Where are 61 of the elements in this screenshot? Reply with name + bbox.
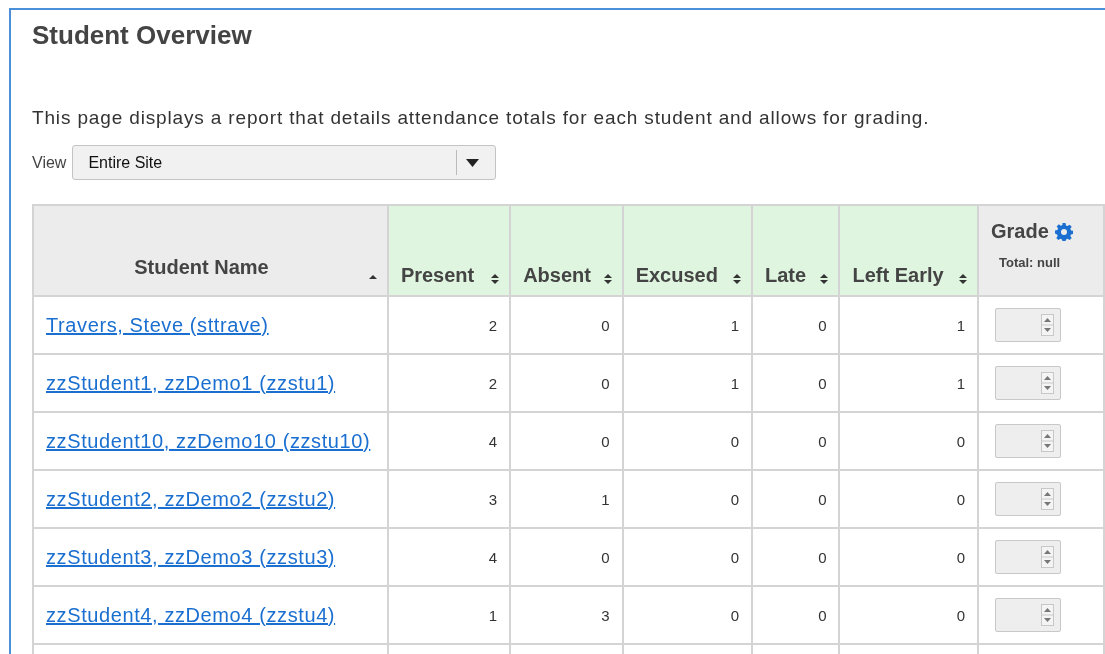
table-cell: 3	[510, 586, 623, 644]
table-cell: 0	[839, 470, 978, 528]
table-cell: 0	[752, 412, 840, 470]
page-description: This page displays a report that details attendance totals for each student and allows for grading.	[32, 107, 930, 129]
spinner-arrows-icon[interactable]	[1041, 430, 1054, 452]
grade-field[interactable]	[995, 308, 1061, 342]
table-cell: 0	[752, 586, 840, 644]
table-cell: 0	[839, 528, 978, 586]
table-cell: 1	[387, 586, 511, 644]
table-cell: 0	[752, 354, 840, 412]
grade-field[interactable]	[995, 424, 1061, 458]
table-cell: 0	[752, 528, 840, 586]
table-cell: 0	[622, 470, 753, 528]
grade-field[interactable]	[995, 366, 1061, 400]
column-header[interactable]: Present	[387, 205, 511, 296]
table-cell: 1	[622, 354, 753, 412]
table-cell: 0	[622, 586, 753, 644]
table-cell: 0	[510, 412, 623, 470]
table-cell: 3	[387, 470, 511, 528]
column-header[interactable]: Student Name	[33, 205, 388, 296]
table-cell: 0	[839, 412, 978, 470]
grade-total: Total: null	[998, 255, 1061, 270]
column-header[interactable]: Excused	[622, 205, 753, 296]
column-header[interactable]: Absent	[510, 205, 623, 296]
table-cell: 4	[387, 412, 511, 470]
table-cell: 0	[510, 528, 623, 586]
spinner-arrows-icon[interactable]	[1041, 314, 1054, 336]
page-title: Student Overview	[32, 20, 252, 51]
gear-icon[interactable]	[1054, 222, 1073, 241]
sort-arrows-icon[interactable]	[491, 273, 500, 285]
table-cell: 1	[510, 470, 623, 528]
sort-arrows-icon[interactable]	[603, 273, 612, 285]
spinner-arrows-icon[interactable]	[1041, 546, 1054, 568]
table-cell: 1	[839, 354, 978, 412]
table-cell: 0	[510, 354, 623, 412]
table-cell: 4	[387, 528, 511, 586]
column-header[interactable]: Left Early	[839, 205, 978, 296]
table-cell: 0	[752, 470, 840, 528]
table-cell: 1	[622, 296, 753, 354]
caret-down-icon[interactable]	[466, 158, 480, 167]
spinner-arrows-icon[interactable]	[1041, 372, 1054, 394]
spinner-arrows-icon[interactable]	[1041, 488, 1054, 510]
table-cell: 0	[510, 296, 623, 354]
grade-field[interactable]	[995, 482, 1061, 516]
table-cell: 0	[622, 528, 753, 586]
view-dropdown[interactable]: Entire Site	[72, 145, 497, 180]
spinner-arrows-icon[interactable]	[1041, 604, 1054, 626]
view-label: View	[32, 153, 67, 172]
table-cell: 0	[622, 412, 753, 470]
sort-arrows-icon[interactable]	[820, 273, 829, 285]
table-cell: 2	[387, 354, 511, 412]
sort-arrows-icon[interactable]	[733, 273, 742, 285]
sort-arrows-icon[interactable]	[959, 273, 967, 285]
table-cell: 2	[387, 296, 511, 354]
grade-field[interactable]	[995, 540, 1061, 574]
table-cell: 0	[752, 296, 840, 354]
grade-heading: Grade	[991, 220, 1049, 243]
grade-field[interactable]	[995, 598, 1061, 632]
table-cell: 0	[839, 586, 978, 644]
column-header[interactable]: Late	[752, 205, 840, 296]
table-cell: 1	[839, 296, 978, 354]
